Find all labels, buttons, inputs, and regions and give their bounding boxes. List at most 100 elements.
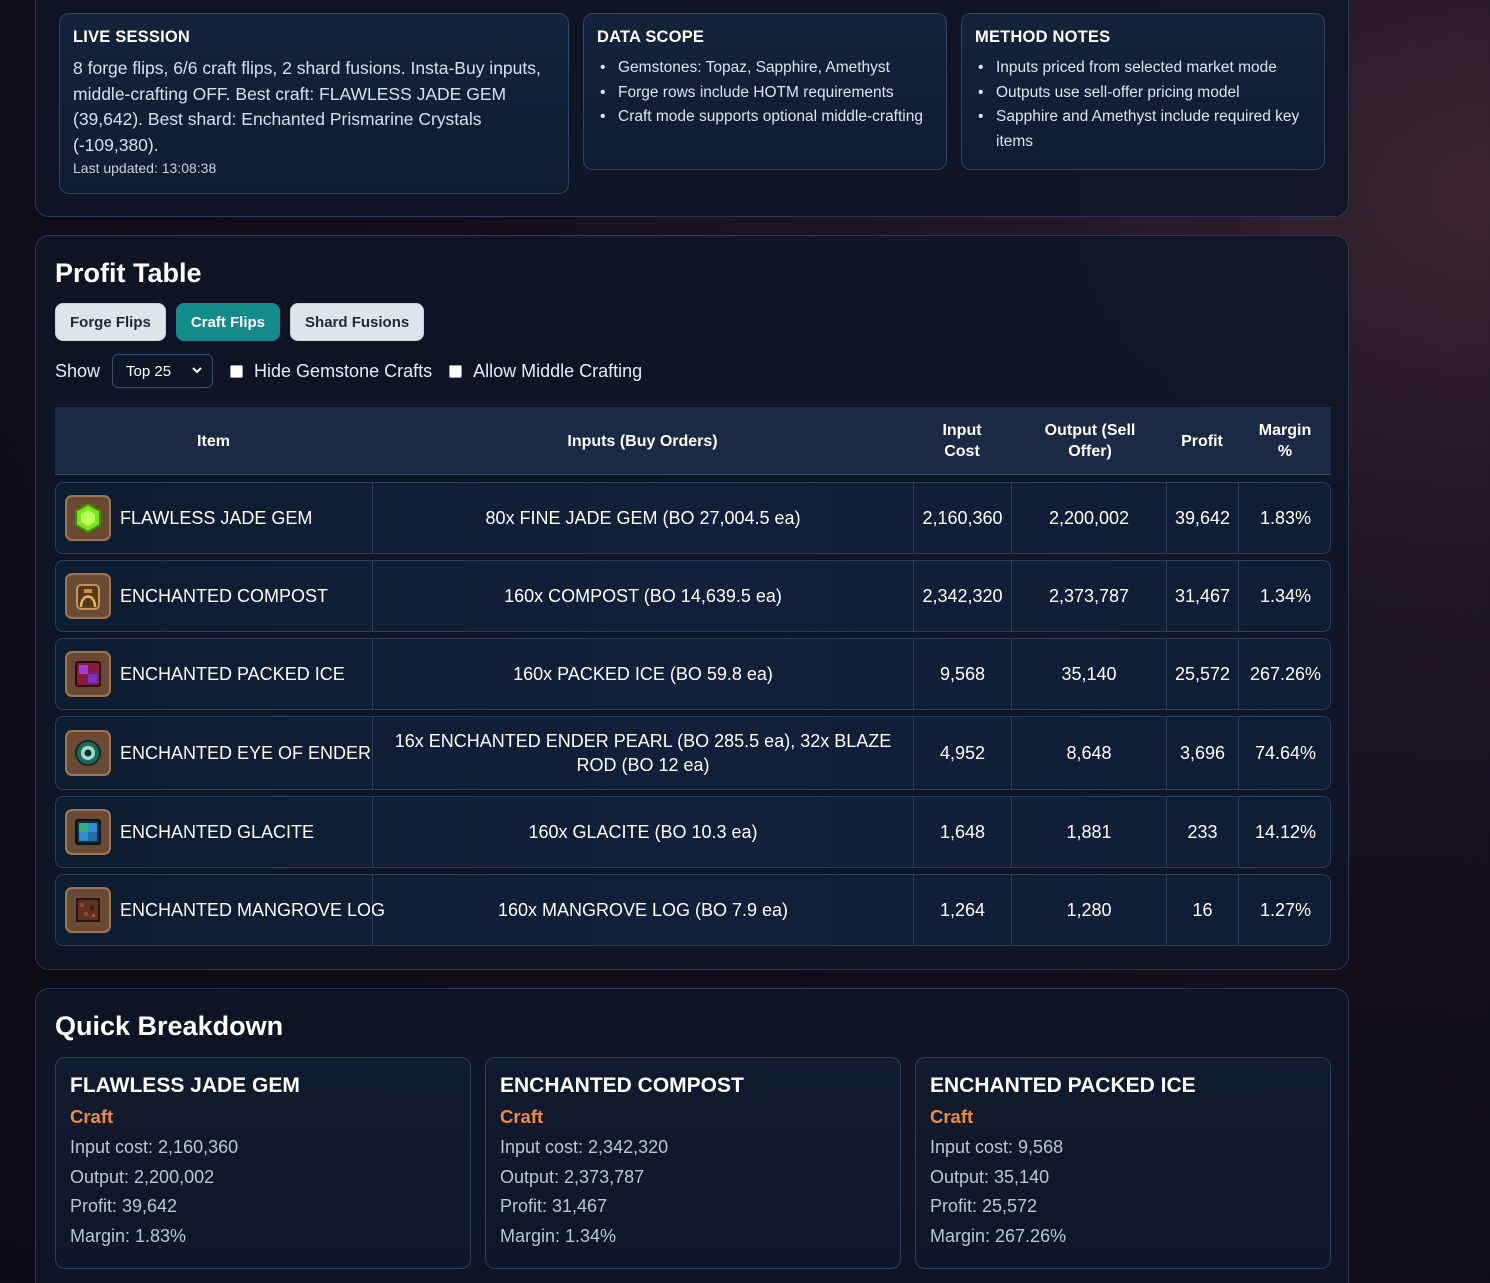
table-row[interactable]: ENCHANTED EYE OF ENDER 16x ENCHANTED END…: [55, 716, 1331, 790]
input-cost-cell: 1,648: [914, 797, 1012, 867]
output-cell: 2,200,002: [1012, 483, 1167, 553]
item-cell: FLAWLESS JADE GEM: [56, 483, 373, 553]
breakdown-profit: Profit: 31,467: [500, 1196, 608, 1216]
method-notes-item: Outputs use sell-offer pricing model: [975, 81, 1311, 106]
table-header: Item Inputs (Buy Orders) Input Cost Outp…: [55, 407, 1331, 475]
profit-cell: 16: [1167, 875, 1239, 945]
hide-gemstone-checkbox[interactable]: [230, 364, 244, 378]
item-cell: ENCHANTED GLACITE: [56, 797, 373, 867]
item-name: ENCHANTED PACKED ICE: [120, 664, 345, 684]
column-header-inputs[interactable]: Inputs (Buy Orders): [372, 407, 913, 475]
column-header-margin[interactable]: Margin %: [1251, 407, 1319, 475]
inputs-cell: 160x GLACITE (BO 10.3 ea): [373, 797, 914, 867]
output-cell: 8,648: [1012, 717, 1167, 789]
live-session-summary: 8 forge flips, 6/6 craft flips, 2 shard …: [73, 58, 541, 155]
quick-breakdown-panel: Quick Breakdown FLAWLESS JADE GEM Craft …: [35, 988, 1349, 1283]
mode-tabs: Forge Flips Craft Flips Shard Fusions: [55, 303, 425, 341]
inputs-cell: 160x COMPOST (BO 14,639.5 ea): [373, 561, 914, 631]
show-count-select[interactable]: Top 25: [112, 354, 214, 388]
profit-table-panel: Profit Table Forge Flips Craft Flips Sha…: [35, 235, 1349, 970]
breakdown-input-cost: Input cost: 2,342,320: [500, 1137, 669, 1157]
method-notes-list: Inputs priced from selected market mode …: [975, 56, 1311, 154]
item-cell: ENCHANTED PACKED ICE: [56, 639, 373, 709]
output-cell: 1,280: [1012, 875, 1167, 945]
tab-forge-flips[interactable]: Forge Flips: [55, 303, 166, 341]
table-row[interactable]: ENCHANTED PACKED ICE 160x PACKED ICE (BO…: [55, 638, 1331, 710]
margin-cell: 267.26%: [1249, 664, 1322, 684]
allow-middle-label: Allow Middle Crafting: [473, 360, 643, 381]
hide-gemstone-label: Hide Gemstone Crafts: [254, 360, 433, 381]
inputs-cell: 160x PACKED ICE (BO 59.8 ea): [373, 639, 914, 709]
tab-craft-flips[interactable]: Craft Flips: [175, 303, 281, 341]
item-cell: ENCHANTED COMPOST: [56, 561, 373, 631]
item-name: ENCHANTED COMPOST: [120, 586, 329, 606]
inputs-cell: 160x MANGROVE LOG (BO 7.9 ea): [373, 875, 914, 945]
summary-panel: LIVE SESSION 8 forge flips, 6/6 craft fl…: [35, 0, 1349, 217]
table-row[interactable]: ENCHANTED COMPOST 160x COMPOST (BO 14,63…: [55, 560, 1331, 632]
profit-cell: 3,696: [1167, 717, 1239, 789]
column-header-input-cost[interactable]: Input Cost: [929, 407, 995, 475]
margin-cell: 14.12%: [1254, 822, 1317, 842]
item-cell: ENCHANTED MANGROVE LOG: [56, 875, 385, 945]
data-scope-list: Gemstones: Topaz, Sapphire, Amethyst For…: [597, 56, 933, 130]
table-controls: Show Top 25 Hide Gemstone Crafts Allow M…: [55, 354, 642, 388]
column-header-output[interactable]: Output (Sell Offer): [1031, 407, 1149, 475]
method-notes-title: METHOD NOTES: [975, 28, 1111, 46]
profit-table-title: Profit Table: [55, 258, 202, 288]
breakdown-input-cost: Input cost: 9,568: [930, 1137, 1064, 1157]
breakdown-card-title: ENCHANTED PACKED ICE: [930, 1074, 1196, 1097]
breakdown-output: Output: 35,140: [930, 1166, 1050, 1187]
table-row[interactable]: ENCHANTED MANGROVE LOG 160x MANGROVE LOG…: [55, 874, 1331, 946]
tab-shard-fusions[interactable]: Shard Fusions: [290, 303, 425, 341]
compost-icon: [65, 573, 111, 619]
jade-gem-icon: [65, 495, 111, 541]
input-cost-cell: 9,568: [914, 639, 1012, 709]
breakdown-output: Output: 2,200,002: [70, 1166, 215, 1187]
method-notes-card: METHOD NOTES Inputs priced from selected…: [961, 13, 1325, 170]
input-cost-cell: 2,342,320: [914, 561, 1012, 631]
output-cell: 35,140: [1012, 639, 1167, 709]
margin-cell: 1.27%: [1259, 900, 1312, 920]
item-name: FLAWLESS JADE GEM: [120, 508, 313, 528]
item-name: ENCHANTED EYE OF ENDER: [120, 743, 372, 763]
table-row[interactable]: ENCHANTED GLACITE 160x GLACITE (BO 10.3 …: [55, 796, 1331, 868]
profit-cell: 39,642: [1167, 483, 1239, 553]
live-session-card: LIVE SESSION 8 forge flips, 6/6 craft fl…: [59, 13, 569, 194]
input-cost-cell: 1,264: [914, 875, 1012, 945]
breakdown-margin: Margin: 267.26%: [930, 1225, 1067, 1246]
method-notes-item: Sapphire and Amethyst include required k…: [975, 105, 1311, 154]
show-count-value: Top 25: [126, 362, 172, 380]
column-header-item[interactable]: Item: [55, 407, 372, 475]
output-cell: 1,881: [1012, 797, 1167, 867]
breakdown-card: ENCHANTED PACKED ICE Craft Input cost: 9…: [915, 1057, 1331, 1269]
live-session-title: LIVE SESSION: [73, 28, 191, 46]
breakdown-card-kind: Craft: [70, 1106, 114, 1127]
quick-breakdown-title: Quick Breakdown: [55, 1011, 284, 1041]
breakdown-card-title: ENCHANTED COMPOST: [500, 1074, 744, 1097]
mangrove-log-icon: [65, 887, 111, 933]
data-scope-item: Craft mode supports optional middle-craf…: [597, 105, 933, 130]
input-cost-cell: 2,160,360: [914, 483, 1012, 553]
item-name: ENCHANTED MANGROVE LOG: [120, 900, 386, 920]
breakdown-output: Output: 2,373,787: [500, 1166, 645, 1187]
breakdown-input-cost: Input cost: 2,160,360: [70, 1137, 239, 1157]
table-row[interactable]: FLAWLESS JADE GEM 80x FINE JADE GEM (BO …: [55, 482, 1331, 554]
packed-ice-icon: [65, 651, 111, 697]
breakdown-margin: Margin: 1.34%: [500, 1225, 617, 1246]
eye-of-ender-icon: [65, 730, 111, 776]
breakdown-margin: Margin: 1.83%: [70, 1225, 187, 1246]
breakdown-profit: Profit: 39,642: [70, 1196, 178, 1216]
method-notes-item: Inputs priced from selected market mode: [975, 56, 1311, 81]
profit-cell: 25,572: [1167, 639, 1239, 709]
data-scope-card: DATA SCOPE Gemstones: Topaz, Sapphire, A…: [583, 13, 947, 170]
output-cell: 2,373,787: [1012, 561, 1167, 631]
profit-cell: 31,467: [1167, 561, 1239, 631]
last-updated: Last updated: 13:08:38: [73, 160, 217, 176]
chevron-down-icon: [192, 367, 202, 374]
breakdown-profit: Profit: 25,572: [930, 1196, 1038, 1216]
margin-cell: 74.64%: [1254, 743, 1317, 763]
item-cell: ENCHANTED EYE OF ENDER: [56, 717, 373, 789]
allow-middle-checkbox[interactable]: [449, 364, 463, 378]
data-scope-title: DATA SCOPE: [597, 28, 705, 46]
column-header-profit[interactable]: Profit: [1166, 407, 1238, 475]
